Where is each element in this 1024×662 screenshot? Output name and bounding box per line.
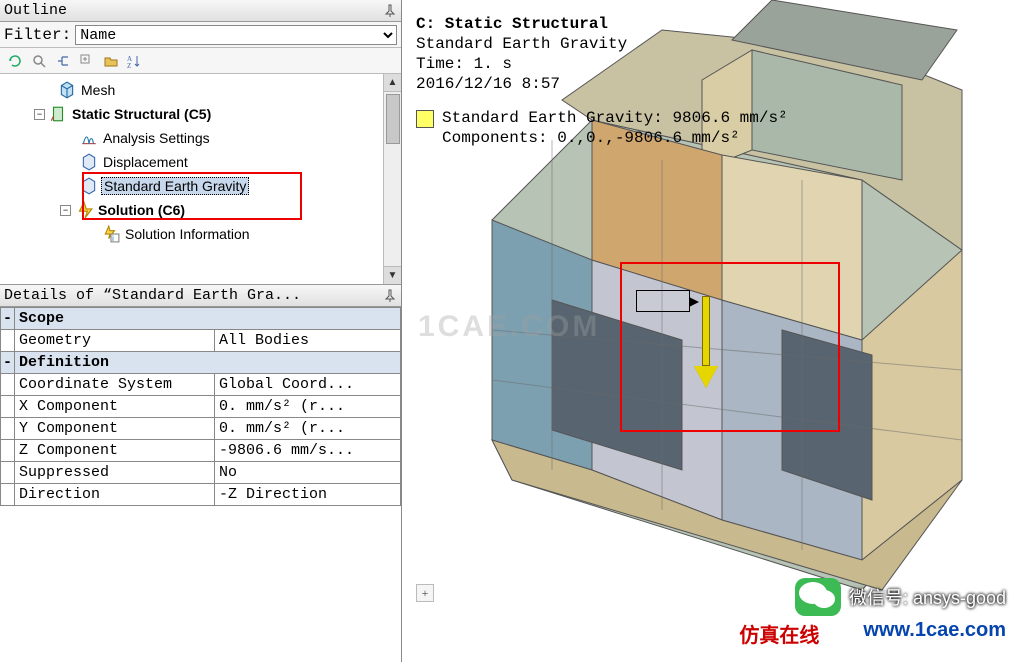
section-definition[interactable]: - Definition	[1, 352, 401, 374]
legend-line1: Standard Earth Gravity: 9806.6 mm/s²	[442, 108, 788, 128]
outline-titlebar[interactable]: Outline	[0, 0, 401, 22]
legend-swatch	[416, 110, 434, 128]
filter-label: Filter:	[4, 26, 71, 44]
pin-icon[interactable]	[383, 289, 397, 303]
tree-item-static[interactable]: − Static Structural (C5)	[4, 102, 399, 126]
cell-key: Direction	[15, 484, 215, 506]
cell-key: Coordinate System	[15, 374, 215, 396]
row-direction[interactable]: Direction-Z Direction	[1, 484, 401, 506]
cell-value: -9806.6 mm/s...	[215, 440, 401, 462]
filter-select[interactable]: Name	[75, 25, 397, 45]
watermark: 1CAE.COM	[418, 310, 600, 344]
cell-value: All Bodies	[215, 330, 401, 352]
details-grid: - Scope Geometry All Bodies - Definition…	[0, 307, 401, 662]
row-y[interactable]: Y Component0. mm/s² (r...	[1, 418, 401, 440]
scroll-up-icon[interactable]: ▲	[384, 74, 401, 92]
wechat-badge: 微信号: ansys-good	[795, 578, 1006, 616]
footer-links: 仿真在线 www.1cae.com	[739, 619, 1006, 648]
viewport[interactable]: C: Static Structural Standard Earth Grav…	[402, 0, 1024, 662]
collapse-icon[interactable]: −	[60, 205, 71, 216]
outline-toolbar: AZ	[0, 48, 401, 74]
filter-row: Filter: Name	[0, 22, 401, 48]
vp-time: Time: 1. s	[416, 54, 627, 74]
section-label: Definition	[15, 352, 401, 374]
tree-label: Solution Information	[123, 226, 252, 242]
cell-value: 0. mm/s² (r...	[215, 418, 401, 440]
outline-title: Outline	[4, 2, 67, 19]
highlight-box	[82, 172, 302, 220]
displacement-icon	[80, 153, 98, 171]
tree-item-mesh[interactable]: Mesh	[4, 78, 399, 102]
scroll-down-icon[interactable]: ▼	[384, 266, 401, 284]
tree-label: Mesh	[79, 82, 117, 98]
branch-icon[interactable]	[54, 52, 72, 70]
vp-timestamp: 2016/12/16 8:57	[416, 74, 627, 94]
cell-key: Geometry	[15, 330, 215, 352]
link-en[interactable]: www.1cae.com	[863, 619, 1006, 648]
analysis-icon	[80, 129, 98, 147]
link-cn[interactable]: 仿真在线	[739, 619, 819, 648]
refresh-icon[interactable]	[6, 52, 24, 70]
viewport-annotation: C: Static Structural Standard Earth Grav…	[416, 14, 627, 94]
expand-legend-icon[interactable]: +	[416, 584, 434, 602]
tree-item-analysis[interactable]: Analysis Settings	[4, 126, 399, 150]
tree-item-solinfo[interactable]: i Solution Information	[4, 222, 399, 246]
wechat-label: 微信号: ansys-good	[849, 584, 1006, 610]
cell-key: Suppressed	[15, 462, 215, 484]
svg-text:i: i	[112, 234, 114, 243]
cell-key: X Component	[15, 396, 215, 418]
details-title: Details of “Standard Earth Gra...	[4, 287, 301, 304]
details-titlebar[interactable]: Details of “Standard Earth Gra...	[0, 285, 401, 307]
outline-panel: Outline Filter: Name AZ	[0, 0, 401, 285]
cell-key: Y Component	[15, 418, 215, 440]
row-z[interactable]: Z Component-9806.6 mm/s...	[1, 440, 401, 462]
scroll-thumb[interactable]	[386, 94, 400, 144]
cell-key: Z Component	[15, 440, 215, 462]
section-scope[interactable]: - Scope	[1, 308, 401, 330]
row-geometry[interactable]: Geometry All Bodies	[1, 330, 401, 352]
vp-subtitle: Standard Earth Gravity	[416, 34, 627, 54]
section-label: Scope	[15, 308, 401, 330]
left-column: Outline Filter: Name AZ	[0, 0, 402, 662]
viewport-legend: Standard Earth Gravity: 9806.6 mm/s² Com…	[416, 108, 788, 148]
vp-title: C: Static Structural	[416, 14, 627, 34]
collapse-icon[interactable]: −	[34, 109, 45, 120]
highlight-box	[620, 262, 840, 432]
tree-scrollbar[interactable]: ▲ ▼	[383, 74, 401, 284]
collapse-icon[interactable]: -	[1, 308, 15, 330]
cell-value: Global Coord...	[215, 374, 401, 396]
wechat-icon	[795, 578, 841, 616]
expand-icon[interactable]	[78, 52, 96, 70]
row-suppressed[interactable]: SuppressedNo	[1, 462, 401, 484]
folder-icon[interactable]	[102, 52, 120, 70]
solinfo-icon: i	[102, 225, 120, 243]
load-flag-icon	[636, 290, 690, 312]
cell-value: No	[215, 462, 401, 484]
cell-value: -Z Direction	[215, 484, 401, 506]
pin-icon[interactable]	[383, 4, 397, 18]
outline-tree[interactable]: Mesh − Static Structural (C5) Analysis S…	[0, 74, 401, 250]
tree-label: Displacement	[101, 154, 190, 170]
tree-wrap: Mesh − Static Structural (C5) Analysis S…	[0, 74, 401, 284]
mesh-icon	[58, 81, 76, 99]
static-icon	[49, 105, 67, 123]
row-coord[interactable]: Coordinate SystemGlobal Coord...	[1, 374, 401, 396]
legend-line2: Components: 0.,0.,-9806.6 mm/s²	[442, 128, 788, 148]
cell-value: 0. mm/s² (r...	[215, 396, 401, 418]
row-x[interactable]: X Component0. mm/s² (r...	[1, 396, 401, 418]
gravity-arrow-icon	[702, 296, 718, 388]
details-panel: Details of “Standard Earth Gra... - Scop…	[0, 285, 401, 662]
svg-text:Z: Z	[127, 62, 131, 68]
sort-icon[interactable]: AZ	[126, 52, 144, 70]
search-icon[interactable]	[30, 52, 48, 70]
collapse-icon[interactable]: -	[1, 352, 15, 374]
tree-label: Static Structural (C5)	[70, 106, 213, 122]
tree-item-displacement[interactable]: Displacement	[4, 150, 399, 174]
tree-label: Analysis Settings	[101, 130, 212, 146]
